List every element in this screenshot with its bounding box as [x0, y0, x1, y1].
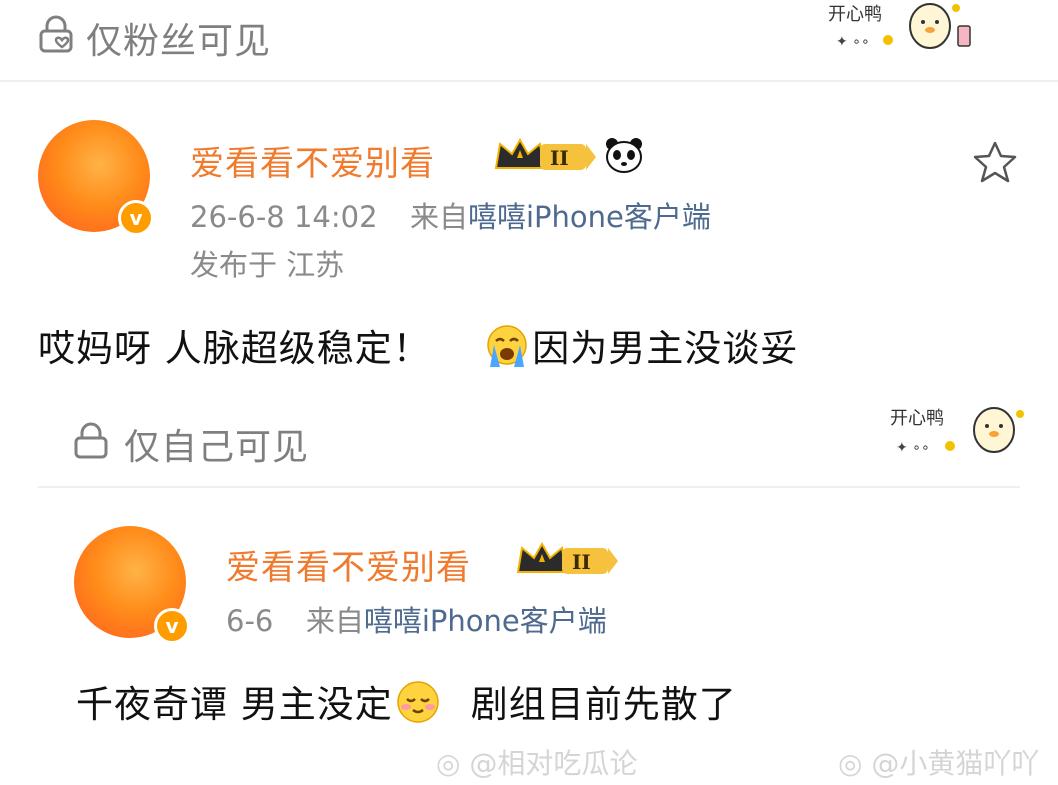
weibo-logo-icon: ◎	[838, 747, 863, 780]
username[interactable]: 爱看看不爱别看	[226, 540, 471, 589]
svg-text:开心鸭: 开心鸭	[890, 408, 944, 429]
crying-face-icon	[482, 323, 532, 378]
watermark: ◎ @小黄猫吖吖	[838, 747, 1040, 780]
shy-smile-icon	[393, 679, 443, 734]
post-text-b: 剧组目前先散了	[470, 683, 737, 726]
source-prefix: 来自	[409, 200, 468, 234]
member-crown-badge-icon[interactable]: II	[514, 538, 622, 584]
post-meta: 26-6-8 14:02 来自嘻嘻iPhone客户端	[190, 194, 711, 236]
post-text-a: 千夜奇谭 男主没定	[76, 683, 393, 726]
source-app[interactable]: 嘻嘻iPhone客户端	[468, 200, 711, 234]
svg-text:II: II	[550, 146, 569, 170]
post-text-a: 哎妈呀 人脉超级稳定！	[38, 327, 431, 370]
post-text-b: 因为男主没谈妥	[532, 327, 799, 370]
watermark: ◎ @相对吃瓜论	[436, 747, 638, 780]
svg-text:II: II	[572, 550, 591, 574]
lock-icon	[72, 422, 110, 464]
svg-text:开心鸭: 开心鸭	[828, 4, 882, 25]
member-crown-badge-icon[interactable]: II	[492, 134, 600, 180]
post-location: 发布于 江苏	[190, 248, 345, 282]
source-app[interactable]: 嘻嘻iPhone客户端	[364, 604, 607, 638]
weibo-logo-icon: ◎	[436, 747, 461, 780]
post-content: 千夜奇谭 男主没定 剧组目前先散了	[76, 674, 737, 734]
section-divider	[0, 80, 1058, 82]
section-divider	[38, 486, 1020, 488]
happy-duck-sticker: 开心鸭 ✦ ∘∘	[888, 400, 1028, 464]
svg-text:✦ ∘∘: ✦ ∘∘	[896, 440, 930, 456]
svg-text:✦ ∘∘: ✦ ∘∘	[836, 34, 870, 50]
panda-icon	[604, 136, 644, 178]
self-only-label: 仅自己可见	[124, 427, 310, 468]
post-meta: 6-6 来自嘻嘻iPhone客户端	[226, 598, 607, 640]
favorite-star-icon[interactable]	[972, 140, 1018, 188]
post-content: 哎妈呀 人脉超级稳定！ 因为男主没谈妥	[38, 318, 798, 378]
fans-only-row	[36, 14, 76, 58]
username[interactable]: 爱看看不爱别看	[190, 136, 435, 185]
post-date: 6-6	[226, 604, 274, 638]
verified-badge-icon: v	[154, 608, 190, 644]
post-date: 26-6-8 14:02	[190, 200, 378, 234]
lock-heart-icon	[36, 14, 76, 58]
verified-badge-icon: v	[118, 200, 154, 236]
fans-only-label: 仅粉丝可见	[86, 21, 272, 62]
source-prefix: 来自	[305, 604, 364, 638]
happy-duck-sticker: 开心鸭 ✦ ∘∘	[826, 0, 976, 60]
